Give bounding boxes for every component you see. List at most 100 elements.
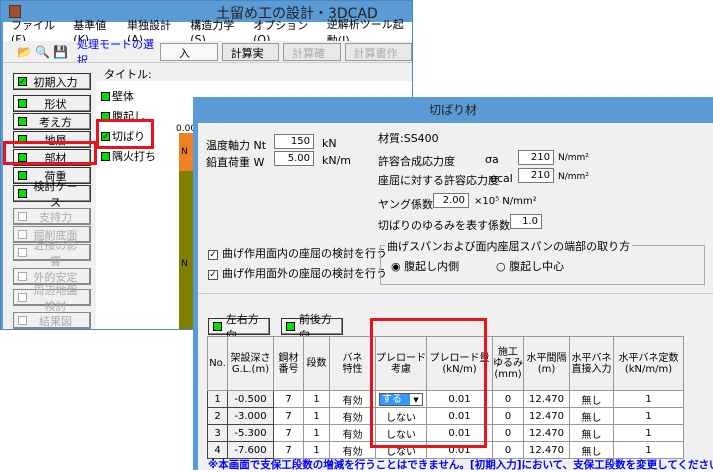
sca-unit: N/mm² — [558, 172, 589, 182]
table-cell[interactable]: 7 — [273, 424, 304, 442]
nav-9[interactable]: 近接の影響 — [13, 239, 91, 268]
nav-label: 初期入力 — [33, 75, 78, 89]
table-cell[interactable]: 7 — [273, 407, 304, 425]
highlight-strut — [96, 119, 154, 149]
table-cell[interactable]: 1 — [303, 407, 330, 425]
nav-label: 支持力 — [39, 210, 72, 224]
check-out-label: 曲げ作用面外の座屈の検討を行う — [222, 267, 387, 280]
menu-bar: ファイル(F) 基準値(K) 単独設計(A) 構造力学(S) オプション(O) … — [3, 18, 412, 47]
table-cell[interactable]: 1 — [303, 390, 330, 408]
dialog-body: 温度軸力 Nt 150 kN 鉛直荷重 W 5.00 kN/m 材質:SS400… — [198, 123, 713, 471]
strut-dialog: 切ばり材 温度軸力 Nt 150 kN 鉛直荷重 W 5.00 kN/m 材質:… — [193, 97, 713, 471]
radio-center[interactable]: ○ 腹起し中心 — [496, 258, 564, 274]
w-input[interactable]: 5.00 — [274, 151, 314, 166]
check-out-plane[interactable]: ✓ 曲げ作用面外の座屈の検討を行う — [208, 265, 387, 281]
table-cell[interactable]: 無し — [569, 424, 614, 442]
table-cell[interactable]: 12.470 — [523, 390, 570, 408]
checkbox-icon: ✓ — [208, 250, 218, 260]
table-cell[interactable]: 0 — [492, 424, 524, 442]
table-cell[interactable]: 1 — [303, 441, 330, 459]
table-cell[interactable]: 有効 — [329, 390, 376, 408]
table-cell[interactable]: 0 — [492, 441, 524, 459]
table-cell[interactable]: 1 — [613, 424, 684, 442]
status-icon — [18, 272, 27, 281]
table-cell[interactable]: 7 — [273, 441, 304, 459]
status-icon: ✓ — [18, 77, 27, 86]
radio-inner[interactable]: ◉ 腹起し内側 — [391, 258, 459, 274]
item-corner-brace[interactable]: 隅火打ち — [101, 148, 156, 164]
report-button[interactable]: 計算書作成 — [344, 42, 412, 76]
check-in-plane[interactable]: ✓ 曲げ作用面内の座屈の検討を行う — [208, 245, 387, 261]
nav-label: 形状 — [44, 97, 67, 111]
table-cell[interactable]: 1 — [613, 441, 684, 459]
table-cell[interactable]: 0 — [492, 390, 524, 408]
table-cell[interactable]: -3.000 — [227, 407, 274, 425]
alpha-input[interactable]: 1.0 — [510, 214, 542, 229]
input-mode-button[interactable]: 入力 — [159, 42, 218, 76]
dir-fb-button[interactable]: 前後方向 — [281, 313, 343, 342]
group-label: 曲げスパンおよび面内座屈スパンの端部の取り方 — [385, 238, 633, 254]
nav-11[interactable]: 周辺地盤検討 — [13, 284, 91, 313]
nt-unit: kN — [322, 137, 337, 150]
table-cell[interactable]: 無し — [569, 407, 614, 425]
table-cell: 4 — [207, 441, 228, 459]
table-cell[interactable]: 12.470 — [523, 441, 570, 459]
table-cell[interactable]: 有効 — [329, 441, 376, 459]
nav-12[interactable]: 結果図 — [13, 312, 91, 329]
table-cell[interactable]: 1 — [613, 407, 684, 425]
nt-label: 温度軸力 Nt — [206, 139, 267, 152]
nav-1[interactable]: 形状 — [13, 95, 91, 112]
table-cell[interactable]: 1 — [303, 424, 330, 442]
status-icon — [18, 171, 27, 180]
save-icon[interactable]: 💾 — [53, 45, 68, 59]
calc-run-button[interactable]: 計算実行 — [221, 42, 280, 76]
item-label: 隅火打ち — [112, 150, 156, 163]
nav-0[interactable]: ✓ 初期入力 — [13, 73, 91, 90]
status-icon — [18, 117, 27, 126]
radio-center-label: 腹起し中心 — [509, 260, 565, 273]
column-header: バネ 特性 — [329, 336, 376, 391]
nav-2[interactable]: 考え方 — [13, 113, 91, 130]
item-label: 壁体 — [112, 90, 134, 103]
nav-6[interactable]: 検討ケース — [13, 180, 91, 209]
table-cell[interactable]: -7.600 — [227, 441, 274, 459]
sa-input[interactable]: 210 — [518, 150, 554, 165]
table-cell[interactable]: 7 — [273, 390, 304, 408]
table-cell[interactable]: -5.300 — [227, 424, 274, 442]
column-header: 施工 ゆるみ (mm) — [492, 336, 524, 391]
preview-icon[interactable]: 🔍 — [35, 45, 50, 59]
calc-check-button[interactable]: 計算確認 — [283, 42, 341, 76]
layer-label: N — [181, 259, 188, 269]
status-icon — [18, 212, 27, 221]
divider — [198, 293, 713, 294]
open-folder-icon[interactable]: 📂 — [17, 45, 32, 59]
soil-layer-2: N — [179, 171, 194, 329]
column-header: 鋼材 番号 — [273, 336, 304, 391]
young-unit: ×10⁵ N/mm² — [474, 196, 537, 207]
table-cell[interactable]: 1 — [613, 390, 684, 408]
table-cell: 3 — [207, 424, 228, 442]
radio-inner-label: 腹起し内側 — [404, 260, 460, 273]
highlight-member — [3, 141, 97, 165]
nt-input[interactable]: 150 — [274, 134, 314, 149]
column-header: 段数 — [303, 336, 330, 391]
sca-input[interactable]: 210 — [518, 168, 554, 183]
item-wall[interactable]: 壁体 — [101, 88, 134, 104]
nav-7[interactable]: 支持力 — [13, 208, 91, 225]
young-input[interactable]: 2.00 — [433, 193, 469, 208]
table-cell[interactable]: 有効 — [329, 424, 376, 442]
table-cell[interactable]: 12.470 — [523, 407, 570, 425]
highlight-preload — [370, 318, 487, 448]
table-cell[interactable]: 無し — [569, 390, 614, 408]
table-cell[interactable]: 無し — [569, 441, 614, 459]
layer-label: N — [181, 147, 188, 157]
dialog-title: 切ばり材 — [428, 103, 477, 117]
checkbox-icon: ✓ — [208, 270, 218, 280]
table-cell[interactable]: -0.500 — [227, 390, 274, 408]
dir-lr-button[interactable]: 左右方向 — [208, 313, 270, 342]
table-cell[interactable]: 12.470 — [523, 424, 570, 442]
table-cell[interactable]: 0 — [492, 407, 524, 425]
table-cell[interactable]: 有効 — [329, 407, 376, 425]
column-header: No. — [207, 336, 228, 391]
table-cell: 2 — [207, 407, 228, 425]
